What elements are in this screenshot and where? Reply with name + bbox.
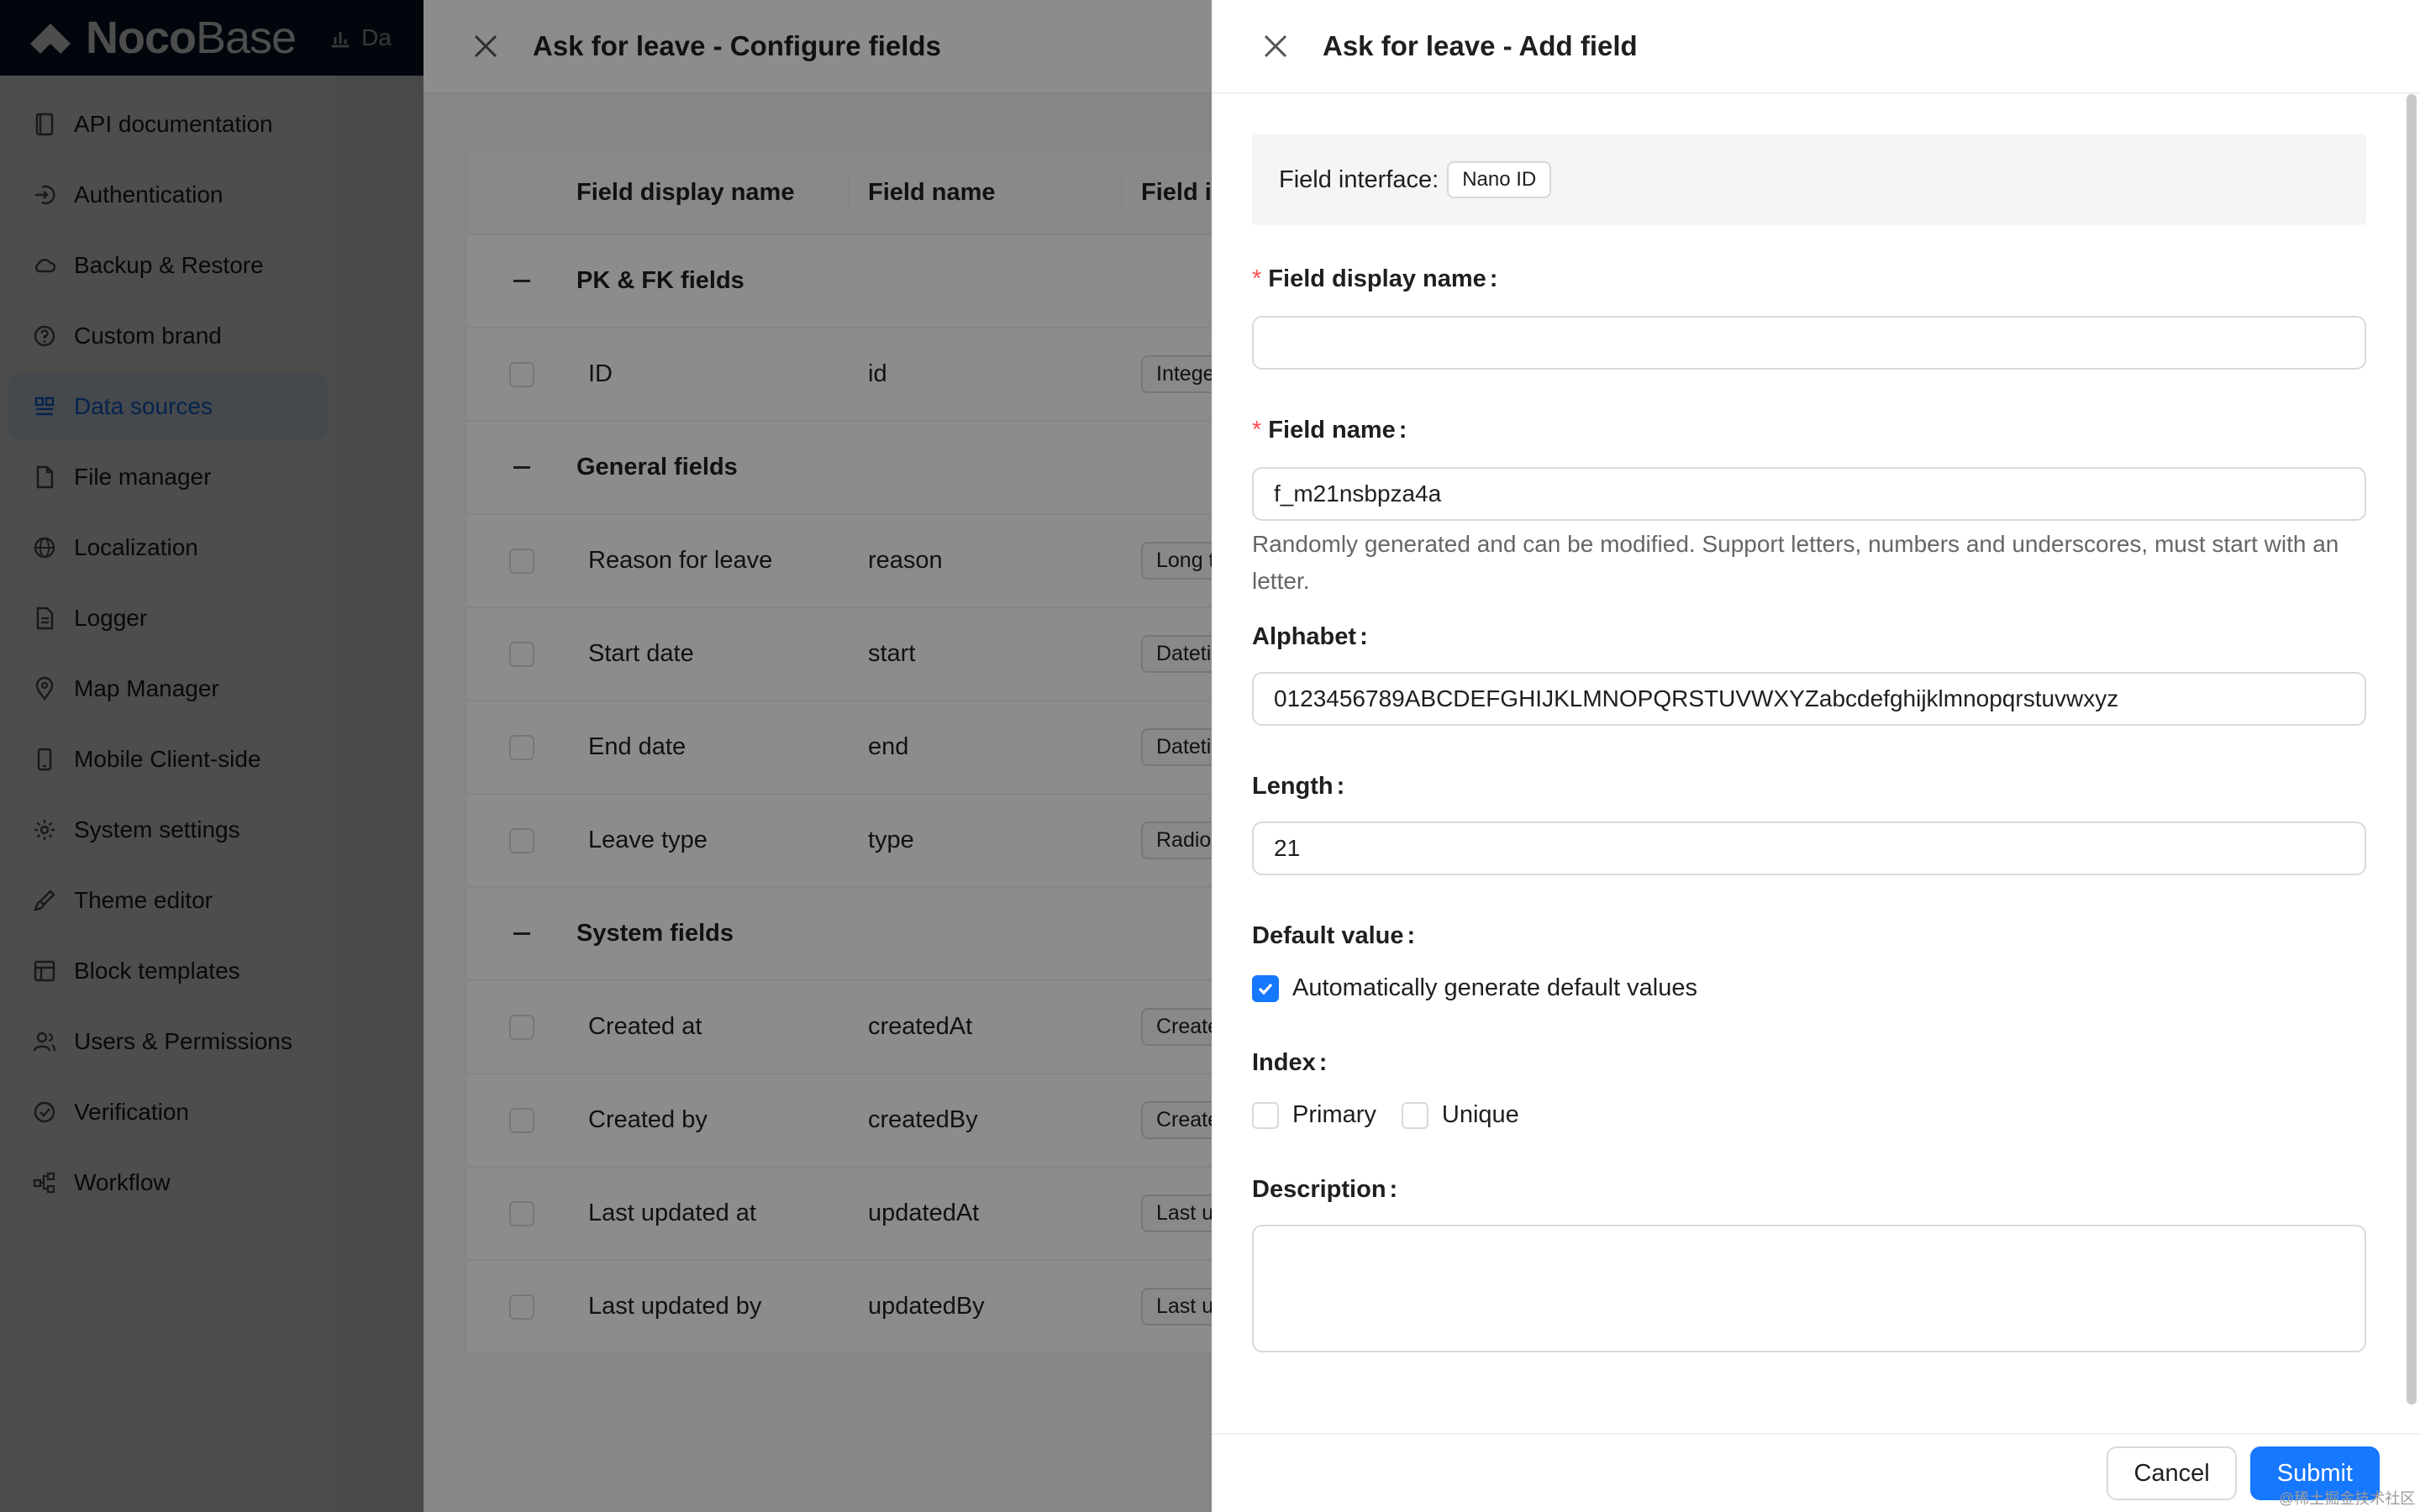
add-field-footer: Cancel Submit	[1212, 1433, 2420, 1512]
field-interface-box: Field interface: Nano ID	[1252, 134, 2366, 225]
add-field-form: Field interface: Nano ID * Field display…	[1252, 94, 2366, 1352]
field-name-label-text: Field name	[1268, 416, 1396, 444]
length-input[interactable]: 21	[1252, 822, 2366, 875]
required-mark: *	[1252, 416, 1262, 444]
add-field-title: Ask for leave - Add field	[1323, 30, 1638, 61]
length-label: Length:	[1252, 769, 2366, 803]
auto-generate-checkbox[interactable]	[1252, 974, 1279, 1002]
index-label: Index:	[1252, 1046, 2366, 1079]
display-name-label: * Field display name:	[1252, 262, 2366, 296]
field-interface-tag: Nano ID	[1447, 161, 1552, 198]
unique-label: Unique	[1441, 1101, 1519, 1128]
field-name-help-text: Randomly generated and can be modified. …	[1252, 531, 2339, 594]
index-options: Primary Unique	[1252, 1101, 2366, 1129]
description-textarea[interactable]	[1252, 1225, 2366, 1352]
label-colon: :	[1360, 622, 1368, 650]
add-field-drawer: Ask for leave - Add field Field interfac…	[1212, 0, 2420, 1512]
default-value-label-text: Default value	[1252, 921, 1404, 949]
length-label-text: Length	[1252, 772, 1334, 800]
close-icon[interactable]	[1262, 33, 1289, 60]
alphabet-label-text: Alphabet	[1252, 622, 1357, 650]
field-name-input[interactable]: f_m21nsbpza4a	[1252, 467, 2366, 521]
field-interface-label: Field interface:	[1279, 165, 1439, 193]
default-value-label: Default value:	[1252, 919, 2366, 953]
alphabet-label: Alphabet:	[1252, 620, 2366, 654]
label-colon: :	[1318, 1048, 1328, 1076]
checkmark-icon	[1258, 983, 1273, 995]
label-colon: :	[1389, 1175, 1398, 1203]
label-colon: :	[1407, 921, 1416, 949]
description-label-text: Description	[1252, 1175, 1386, 1203]
primary-checkbox[interactable]	[1252, 1101, 1279, 1129]
add-field-header: Ask for leave - Add field	[1212, 0, 2420, 94]
display-name-input[interactable]	[1252, 316, 2366, 370]
label-colon: :	[1489, 265, 1498, 292]
label-colon: :	[1398, 416, 1407, 444]
auto-generate-label: Automatically generate default values	[1292, 974, 1698, 1001]
unique-checkbox[interactable]	[1401, 1101, 1428, 1129]
label-colon: :	[1336, 772, 1345, 800]
field-name-label: * Field name:	[1252, 413, 2366, 447]
index-label-text: Index	[1252, 1048, 1316, 1076]
cancel-button[interactable]: Cancel	[2107, 1446, 2237, 1500]
description-label: Description:	[1252, 1173, 2366, 1206]
watermark-text: @稀土掘金技术社区	[2279, 1490, 2416, 1507]
required-mark: *	[1252, 265, 1262, 292]
primary-label: Primary	[1292, 1101, 1376, 1128]
display-name-label-text: Field display name	[1268, 265, 1486, 292]
alphabet-input[interactable]: 0123456789ABCDEFGHIJKLMNOPQRSTUVWXYZabcd…	[1252, 672, 2366, 726]
drawer-scrollbar[interactable]	[2407, 94, 2417, 1404]
auto-generate-option[interactable]: Automatically generate default values	[1252, 974, 2366, 1002]
